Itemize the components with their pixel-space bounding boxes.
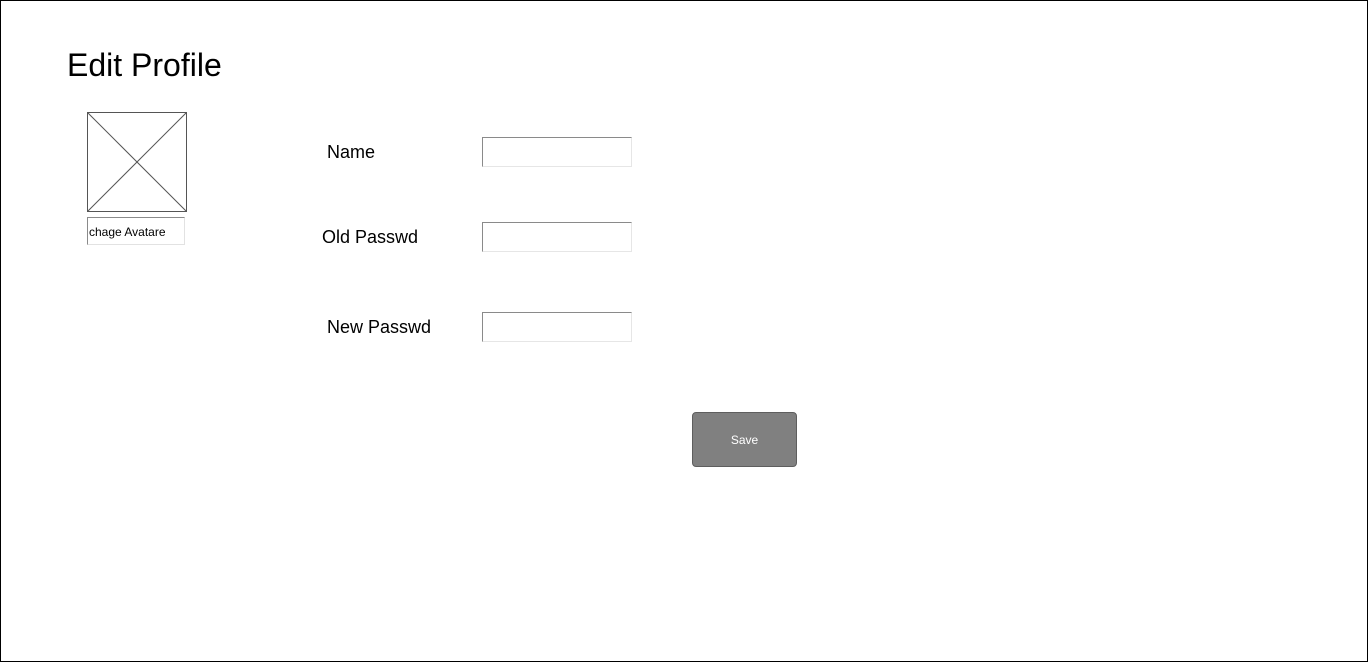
new-password-input[interactable] — [482, 312, 632, 342]
image-placeholder-icon — [88, 113, 186, 211]
new-password-label: New Passwd — [327, 317, 432, 337]
old-password-input[interactable] — [482, 222, 632, 252]
name-label: Name — [327, 142, 376, 162]
save-button[interactable]: Save — [692, 412, 797, 467]
page-title: Edit Profile — [67, 47, 222, 83]
name-input[interactable] — [482, 137, 632, 167]
old-password-label: Old Passwd — [322, 227, 419, 247]
change-avatar-button[interactable]: chage Avatare — [87, 217, 185, 245]
avatar — [87, 112, 187, 212]
page-frame: Edit Profile chage Avatare Name Old Pass… — [0, 0, 1368, 662]
